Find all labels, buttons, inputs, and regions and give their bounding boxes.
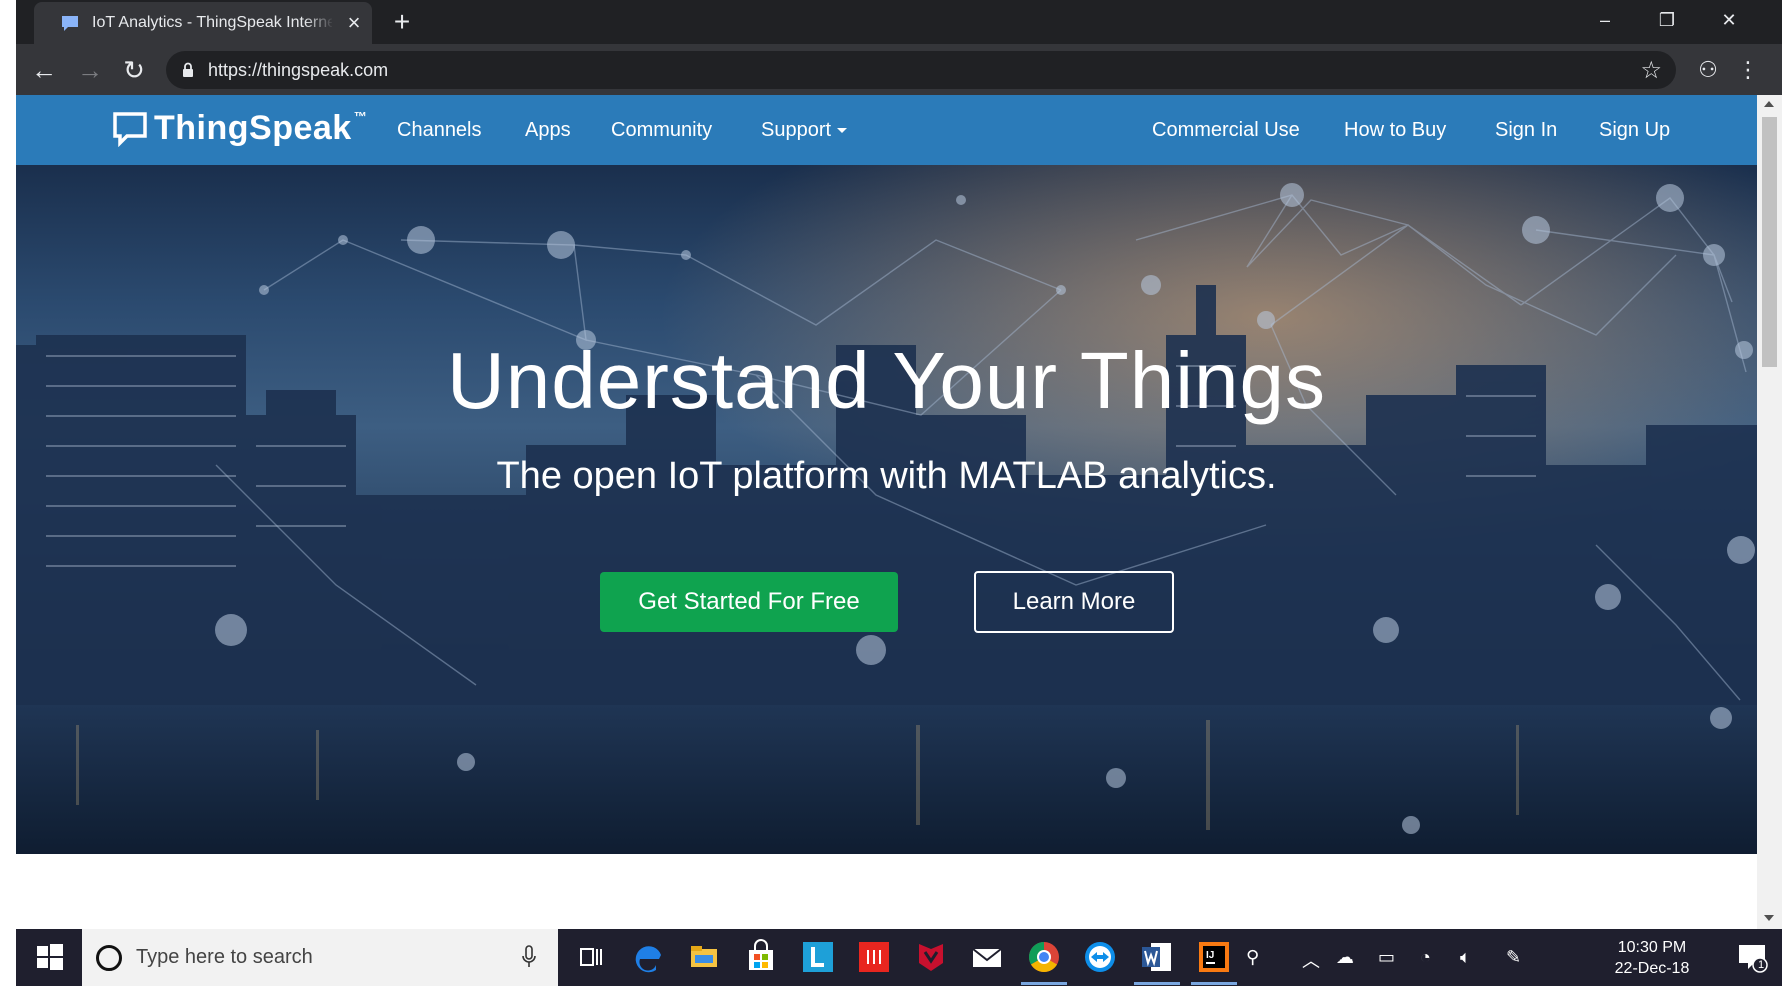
nav-support-label: Support xyxy=(761,119,832,141)
word-icon[interactable] xyxy=(1139,939,1175,975)
forward-icon[interactable]: → xyxy=(72,52,108,88)
browser-tab[interactable]: IoT Analytics - ThingSpeak Internet of T… xyxy=(34,2,372,44)
search-placeholder: Type here to search xyxy=(136,946,313,968)
brand-name: ThingSpeak xyxy=(154,109,352,147)
nav-how-to-buy[interactable]: How to Buy xyxy=(1344,119,1446,142)
chrome-icon[interactable] xyxy=(1026,939,1062,975)
screen: IoT Analytics - ThingSpeak Internet of T… xyxy=(0,0,1782,986)
address-bar[interactable]: https://thingspeak.com ☆ xyxy=(166,51,1676,89)
nav-sign-up[interactable]: Sign Up xyxy=(1599,119,1670,142)
red-app-icon[interactable] xyxy=(856,939,892,975)
restore-button[interactable]: ❐ xyxy=(1636,0,1698,40)
hero-title: Understand Your Things xyxy=(447,336,1326,425)
show-hidden-icons-icon[interactable]: ︿ xyxy=(1302,947,1320,973)
tab-title: IoT Analytics - ThingSpeak Internet of T… xyxy=(92,14,332,31)
svg-text:IJ: IJ xyxy=(1206,950,1214,961)
windows-start-icon[interactable] xyxy=(16,929,82,986)
nav-sign-in[interactable]: Sign In xyxy=(1495,119,1557,142)
battery-icon[interactable]: ▭ xyxy=(1378,947,1395,968)
hero-subtitle: The open IoT platform with MATLAB analyt… xyxy=(496,455,1277,497)
nav-community[interactable]: Community xyxy=(611,119,712,142)
l-app-icon[interactable] xyxy=(800,939,836,975)
nav-support[interactable]: Support xyxy=(761,119,848,142)
left-gutter xyxy=(0,0,16,986)
file-explorer-icon[interactable] xyxy=(686,939,722,975)
scroll-up-arrow-icon[interactable] xyxy=(1764,101,1774,107)
people-icon[interactable]: ⚲ xyxy=(1246,947,1259,968)
incognito-icon[interactable]: ⚇ xyxy=(1692,54,1724,86)
intellij-active-indicator xyxy=(1191,982,1237,985)
site-navbar: ThingSpeak ™ Channels Apps Community Sup… xyxy=(16,95,1757,165)
notification-count-badge: 1 xyxy=(1757,959,1765,971)
task-view-icon[interactable] xyxy=(573,939,609,975)
new-tab-button[interactable]: + xyxy=(386,6,418,38)
back-icon[interactable]: ← xyxy=(26,52,62,88)
taskbar-search-box[interactable]: Type here to search xyxy=(82,929,558,986)
store-icon[interactable] xyxy=(743,939,779,975)
browser-tab-strip: IoT Analytics - ThingSpeak Internet of T… xyxy=(16,0,1782,44)
nav-commercial-use[interactable]: Commercial Use xyxy=(1152,119,1300,142)
cortana-icon xyxy=(96,945,122,971)
taskbar-clock[interactable]: 10:30 PM 22-Dec-18 xyxy=(1607,937,1697,979)
edge-browser-icon[interactable] xyxy=(630,939,666,975)
clock-time: 10:30 PM xyxy=(1617,939,1687,956)
close-window-button[interactable]: ✕ xyxy=(1698,0,1760,40)
chat-bubble-logo-icon xyxy=(113,111,147,147)
volume-icon[interactable]: 🔈︎ xyxy=(1460,947,1471,968)
clock-date: 22-Dec-18 xyxy=(1614,960,1690,977)
pen-workspace-icon[interactable]: ✎ xyxy=(1506,947,1521,968)
thingspeak-favicon-icon xyxy=(62,16,78,31)
url-text: https://thingspeak.com xyxy=(208,60,389,80)
reload-icon[interactable]: ↻ xyxy=(116,52,152,88)
browser-toolbar: ← → ↻ https://thingspeak.com ☆ ⚇ ⋮ xyxy=(16,44,1782,95)
thingspeak-logo[interactable]: ThingSpeak ™ xyxy=(112,109,367,148)
nav-apps[interactable]: Apps xyxy=(525,119,571,142)
wifi-icon[interactable]: ◔ xyxy=(1420,947,1431,968)
brand-trademark: ™ xyxy=(353,109,367,124)
nav-channels[interactable]: Channels xyxy=(397,119,482,142)
page-scrollbar[interactable] xyxy=(1757,95,1782,929)
menu-dots-icon[interactable]: ⋮ xyxy=(1732,54,1764,86)
scroll-down-arrow-icon[interactable] xyxy=(1764,915,1774,921)
learn-more-button[interactable]: Learn More xyxy=(974,571,1174,633)
bookmark-star-icon[interactable]: ☆ xyxy=(1640,56,1662,85)
scrollbar-thumb[interactable] xyxy=(1762,117,1777,367)
teamviewer-icon[interactable] xyxy=(1082,939,1118,975)
web-page: ThingSpeak ™ Channels Apps Community Sup… xyxy=(16,95,1757,929)
get-started-button[interactable]: Get Started For Free xyxy=(600,572,898,632)
mail-icon[interactable] xyxy=(969,939,1005,975)
microphone-icon[interactable] xyxy=(522,945,536,969)
caret-down-icon xyxy=(837,128,848,134)
word-active-indicator xyxy=(1134,982,1180,985)
city-skyline-network-background xyxy=(16,165,1757,854)
minimize-button[interactable]: – xyxy=(1574,0,1636,40)
onedrive-cloud-icon[interactable]: ☁ xyxy=(1336,947,1354,968)
tab-title-fade xyxy=(304,8,334,38)
windows-taskbar: Type here to search IJ ⚲ ︿ ☁ ▭ ◔ 🔈︎ ✎ 10… xyxy=(16,929,1782,986)
tab-close-icon[interactable]: × xyxy=(342,11,366,35)
hero-section: Understand Your Things The open IoT plat… xyxy=(16,165,1757,854)
intellij-icon[interactable]: IJ xyxy=(1196,939,1232,975)
chrome-active-indicator xyxy=(1021,982,1067,985)
mcafee-icon[interactable] xyxy=(913,939,949,975)
lock-icon xyxy=(183,62,193,77)
